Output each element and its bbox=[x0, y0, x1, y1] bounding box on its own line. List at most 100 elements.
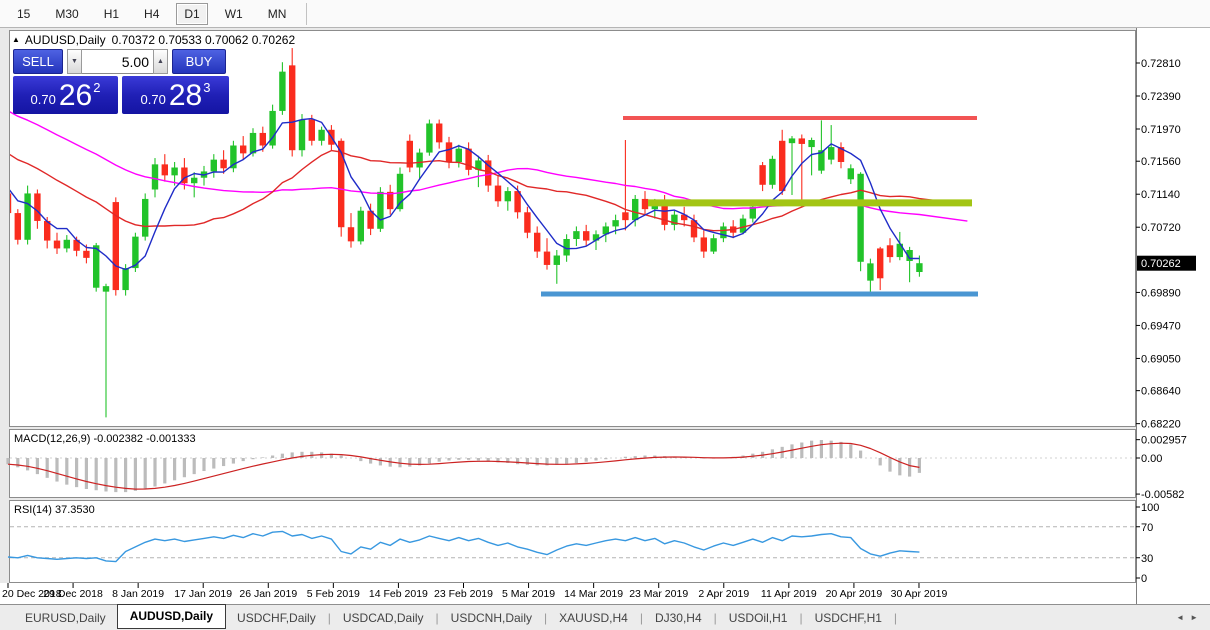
date-axis-label: 11 Apr 2019 bbox=[761, 588, 817, 600]
price-axis-label: 0.71560 bbox=[1141, 156, 1181, 168]
candle-body bbox=[622, 212, 628, 220]
candle-body bbox=[309, 120, 315, 141]
tab-scroll-right-icon[interactable]: ► bbox=[1190, 613, 1204, 622]
price-axis-label: 0.70720 bbox=[1141, 222, 1181, 234]
candle-body bbox=[632, 199, 638, 220]
price-axis-label: 0.68640 bbox=[1141, 386, 1181, 398]
macd-axis-label: 0.00 bbox=[1141, 453, 1162, 465]
chart-tab-dj30-h4[interactable]: DJ30,H4 bbox=[644, 608, 713, 628]
date-axis-label: 14 Mar 2019 bbox=[564, 588, 623, 600]
tab-scroll-arrows[interactable]: ◄► bbox=[1176, 613, 1204, 622]
date-axis-label: 5 Feb 2019 bbox=[307, 588, 360, 600]
candle-body bbox=[416, 153, 422, 168]
date-axis-label: 29 Dec 2018 bbox=[43, 588, 103, 600]
macd-axis-label: 0.002957 bbox=[1141, 435, 1187, 447]
candle-body bbox=[710, 238, 716, 251]
candle-body bbox=[759, 165, 765, 185]
candle-body bbox=[299, 120, 305, 151]
buy-price-prefix: 0.70 bbox=[141, 92, 166, 107]
candle-body bbox=[64, 240, 70, 249]
candle-body bbox=[554, 256, 560, 265]
rsi-axis-label: 0 bbox=[1141, 573, 1147, 585]
rsi-pane bbox=[10, 501, 1136, 583]
candle-body bbox=[446, 142, 452, 162]
candle-body bbox=[122, 268, 128, 290]
candle-body bbox=[456, 149, 462, 162]
timeframe-button-h1[interactable]: H1 bbox=[96, 3, 127, 25]
candle-body bbox=[701, 237, 707, 251]
candle-body bbox=[377, 192, 383, 229]
candle-body bbox=[612, 220, 618, 226]
candle-body bbox=[152, 164, 158, 189]
chart-collapse-icon[interactable]: ▲ bbox=[12, 35, 20, 44]
chart-tab-usdcad-daily[interactable]: USDCAD,Daily bbox=[332, 608, 435, 628]
volume-decrease-button[interactable]: ▼ bbox=[67, 49, 82, 74]
buy-price-pip: 3 bbox=[203, 80, 210, 95]
chart-ohlc-values: 0.70372 0.70533 0.70062 0.70262 bbox=[112, 33, 296, 47]
candle-body bbox=[524, 212, 530, 232]
candle-body bbox=[211, 160, 217, 172]
candle-body bbox=[436, 124, 442, 143]
tab-separator: | bbox=[328, 611, 331, 625]
price-axis-label: 0.71140 bbox=[1141, 189, 1180, 201]
timeframe-button-m30[interactable]: M30 bbox=[47, 3, 86, 25]
date-axis-label: 8 Jan 2019 bbox=[112, 588, 164, 600]
chart-tab-eurusd-daily[interactable]: EURUSD,Daily bbox=[14, 608, 117, 628]
chart-tab-audusd-daily[interactable]: AUDUSD,Daily bbox=[117, 604, 226, 629]
tab-scroll-left-icon[interactable]: ◄ bbox=[1176, 613, 1190, 622]
chart-tab-xauusd-h4[interactable]: XAUUSD,H4 bbox=[548, 608, 639, 628]
timeframe-button-h4[interactable]: H4 bbox=[136, 3, 167, 25]
buy-price-button[interactable]: 0.70 28 3 bbox=[122, 76, 229, 114]
candle-body bbox=[583, 231, 589, 240]
buy-price-main: 28 bbox=[169, 81, 202, 111]
candle-body bbox=[24, 193, 30, 239]
candle-body bbox=[318, 130, 324, 141]
price-axis-label: 0.69470 bbox=[1141, 320, 1181, 332]
candle-body bbox=[93, 245, 99, 287]
chart-tab-usdchf-daily[interactable]: USDCHF,Daily bbox=[226, 608, 327, 628]
chart-symbol-title: ▲AUDUSD,Daily0.70372 0.70533 0.70062 0.7… bbox=[12, 33, 295, 47]
sell-button[interactable]: SELL bbox=[13, 49, 63, 74]
date-axis-label: 17 Jan 2019 bbox=[174, 588, 232, 600]
buy-button[interactable]: BUY bbox=[172, 49, 226, 74]
timeframe-button-w1[interactable]: W1 bbox=[217, 3, 251, 25]
candle-body bbox=[191, 178, 197, 184]
chart-tab-bar: EURUSD,DailyAUDUSD,DailyUSDCHF,Daily|USD… bbox=[0, 604, 1210, 630]
candle-body bbox=[769, 159, 775, 185]
candle-body bbox=[828, 147, 834, 160]
volume-input[interactable] bbox=[82, 49, 153, 74]
candle-body bbox=[867, 263, 873, 280]
tab-separator: | bbox=[799, 611, 802, 625]
tab-separator: | bbox=[640, 611, 643, 625]
chart-tab-usdoil-h1[interactable]: USDOil,H1 bbox=[718, 608, 799, 628]
volume-increase-button[interactable]: ▲ bbox=[153, 49, 168, 74]
chart-tab-usdcnh-daily[interactable]: USDCNH,Daily bbox=[440, 608, 543, 628]
candle-body bbox=[142, 199, 148, 237]
rsi-axis-label: 70 bbox=[1141, 522, 1153, 534]
price-axis-label: 0.69890 bbox=[1141, 287, 1181, 299]
price-axis-label: 0.72390 bbox=[1141, 91, 1181, 103]
tab-separator: | bbox=[544, 611, 547, 625]
candle-body bbox=[544, 252, 550, 265]
current-price-label: 0.70262 bbox=[1141, 258, 1181, 270]
timeframe-button-15[interactable]: 15 bbox=[9, 3, 38, 25]
rsi-indicator-label: RSI(14) 37.3530 bbox=[14, 504, 95, 516]
candle-body bbox=[260, 133, 266, 146]
sell-price-pip: 2 bbox=[93, 80, 100, 95]
macd-axis-label: -0.00582 bbox=[1141, 489, 1184, 501]
date-axis-label: 20 Apr 2019 bbox=[826, 588, 883, 600]
date-axis-label: 2 Apr 2019 bbox=[698, 588, 749, 600]
candle-body bbox=[34, 193, 40, 221]
sell-price-button[interactable]: 0.70 26 2 bbox=[13, 76, 118, 114]
toolbar-separator bbox=[306, 3, 307, 25]
timeframe-button-d1[interactable]: D1 bbox=[176, 3, 207, 25]
price-axis-label: 0.72810 bbox=[1141, 58, 1181, 70]
candle-body bbox=[857, 174, 863, 262]
chart-tab-usdchf-h1[interactable]: USDCHF,H1 bbox=[804, 608, 893, 628]
candle-body bbox=[250, 133, 256, 153]
one-click-trading-panel: SELL ▼ ▲ BUY 0.70 26 2 0.70 28 3 bbox=[13, 49, 229, 114]
candle-body bbox=[83, 251, 89, 258]
candle-body bbox=[171, 168, 177, 176]
sell-price-prefix: 0.70 bbox=[31, 92, 56, 107]
timeframe-button-mn[interactable]: MN bbox=[260, 3, 295, 25]
